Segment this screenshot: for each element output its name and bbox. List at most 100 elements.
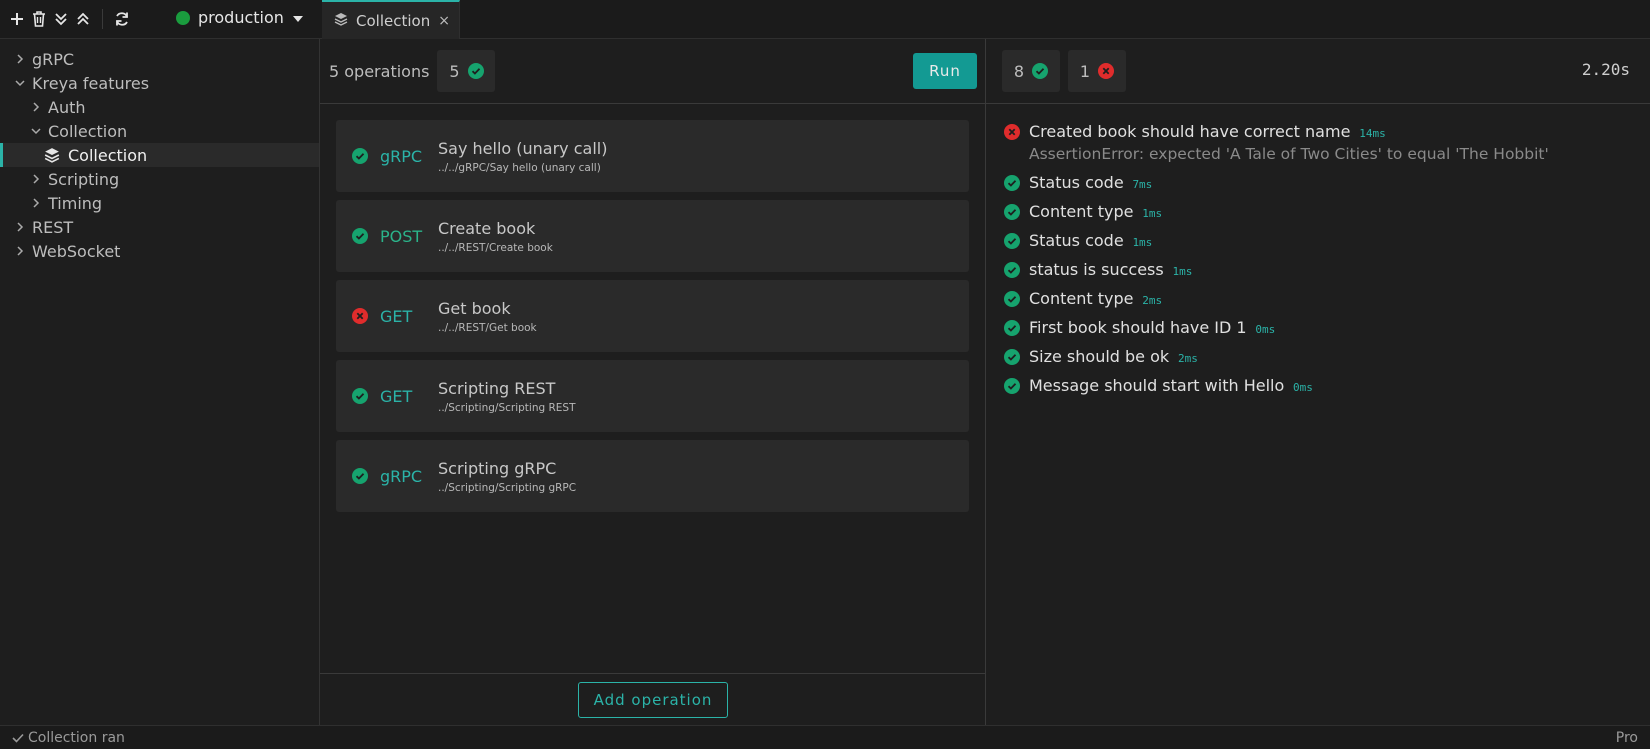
test-result-body: Size should be ok 2ms [1029,347,1198,366]
success-check-icon [1004,349,1020,365]
test-result-error: AssertionError: expected 'A Tale of Two … [1029,145,1549,163]
project-tree: gRPC Kreya features Auth Collection Coll… [0,39,319,263]
operation-list: gRPC Say hello (unary call) ../../gRPC/S… [320,104,985,512]
close-icon[interactable]: × [438,13,450,29]
success-count-badge: 5 [437,50,496,92]
test-result-body: Created book should have correct name 14… [1029,122,1549,163]
operation-card[interactable]: GET Get book ../../REST/Get book [336,280,969,352]
test-result-title: Content type [1029,202,1134,221]
test-result: Size should be ok 2ms [1004,347,1650,366]
add-operation-button[interactable]: Add operation [578,681,728,718]
sidebar-item-websocket[interactable]: WebSocket [0,239,319,263]
success-check-icon [1004,291,1020,307]
chevron-down-icon[interactable] [12,79,28,87]
test-result-title: Content type [1029,289,1134,308]
operation-name: Scripting REST [438,378,556,398]
chevron-down-icon[interactable] [28,127,44,135]
test-result: First book should have ID 1 0ms [1004,318,1650,337]
test-result-body: Status code 1ms [1029,231,1152,250]
test-result-time: 0ms [1293,381,1313,394]
chevron-right-icon[interactable] [12,54,28,64]
test-result-body: Message should start with Hello 0ms [1029,376,1313,395]
environment-selector[interactable]: production [176,8,304,27]
expand-all-icon[interactable] [74,8,92,30]
sidebar-item-auth[interactable]: Auth [0,95,319,119]
tab-label: Collection [356,11,431,30]
sidebar-item-label: gRPC [32,49,75,69]
operations-panel: 5 operations 5 Run gRPC Say hello (unary… [320,39,986,725]
sidebar-item-kreya-features[interactable]: Kreya features [0,71,319,95]
test-result-time: 7ms [1132,178,1153,191]
test-result-body: status is success 1ms [1029,260,1192,279]
test-result: Content type 1ms [1004,202,1650,221]
test-result-time: 0ms [1255,323,1276,336]
operation-path: ../../REST/Get book [438,321,537,334]
test-result-title: First book should have ID 1 [1029,318,1247,337]
success-check-icon [1004,378,1020,394]
tab-collection[interactable]: Collection × [322,0,460,39]
test-result: Status code 7ms [1004,173,1650,192]
run-duration: 2.20s [1581,60,1630,79]
sidebar-item-grpc[interactable]: gRPC [0,47,319,71]
test-result-title: Status code [1029,231,1124,250]
run-button[interactable]: Run [913,53,977,89]
operation-method: GET [380,306,413,326]
operation-text: Create book ../../REST/Create book [438,219,553,254]
operation-card[interactable]: gRPC Say hello (unary call) ../../gRPC/S… [336,120,969,192]
sidebar-item-timing[interactable]: Timing [0,191,319,215]
success-check-icon [1004,233,1020,249]
sidebar-item-rest[interactable]: REST [0,215,319,239]
test-result-body: Content type 1ms [1029,202,1162,221]
error-x-icon [352,308,368,324]
trash-icon[interactable] [30,8,48,30]
operation-name: Get book [438,298,511,318]
operation-path: ../Scripting/Scripting gRPC [438,481,577,494]
test-result-time: 1ms [1142,207,1163,220]
chevron-right-icon[interactable] [12,222,28,232]
sidebar-item-label: Collection [48,121,128,141]
sidebar: gRPC Kreya features Auth Collection Coll… [0,39,320,725]
sidebar-item-label: Collection [68,145,148,165]
test-result-title: Size should be ok [1029,347,1170,366]
operations-count: 5 operations [329,61,430,81]
test-result-time: 1ms [1172,265,1193,278]
plus-icon[interactable] [8,8,26,30]
sidebar-item-scripting[interactable]: Scripting [0,167,319,191]
operations-footer: Add operation [320,673,986,725]
operation-card[interactable]: GET Scripting REST ../Scripting/Scriptin… [336,360,969,432]
operations-header: 5 operations 5 Run [320,39,985,104]
refresh-icon[interactable] [113,8,131,30]
results-header: 8 1 2.20s [986,39,1650,104]
failed-count-badge: 1 [1068,50,1126,92]
environment-name: production [198,8,284,27]
test-result-title: Status code [1029,173,1124,192]
test-result: Content type 2ms [1004,289,1650,308]
passed-count-badge: 8 [1002,50,1060,92]
sidebar-item-label: REST [32,217,74,237]
chevron-right-icon[interactable] [28,102,44,112]
collapse-all-icon[interactable] [52,8,70,30]
operation-name: Say hello (unary call) [438,138,608,158]
test-result-time: 2ms [1177,352,1198,365]
operation-method: gRPC [380,466,423,486]
edition-label[interactable]: Pro [1616,730,1638,746]
operation-card[interactable]: POST Create book ../../REST/Create book [336,200,969,272]
chevron-right-icon[interactable] [28,198,44,208]
top-bar: production Collection × [0,0,1650,39]
error-x-icon [1098,63,1115,79]
operation-method: POST [380,226,423,246]
operation-card[interactable]: gRPC Scripting gRPC ../Scripting/Scripti… [336,440,969,512]
chevron-right-icon[interactable] [12,246,28,256]
operation-path: ../../gRPC/Say hello (unary call) [438,161,601,174]
sidebar-item-collection-folder[interactable]: Collection [0,119,319,143]
test-result: Message should start with Hello 0ms [1004,376,1650,395]
test-result: status is success 1ms [1004,260,1650,279]
operation-path: ../../REST/Create book [438,241,553,254]
test-result-body: Content type 2ms [1029,289,1162,308]
passed-count: 8 [1013,61,1025,81]
test-result-time: 1ms [1132,236,1153,249]
chevron-right-icon[interactable] [28,174,44,184]
results-panel: 8 1 2.20s Created book should have corre… [986,39,1650,725]
sidebar-item-label: Scripting [48,169,120,189]
sidebar-item-collection[interactable]: Collection [0,143,319,167]
